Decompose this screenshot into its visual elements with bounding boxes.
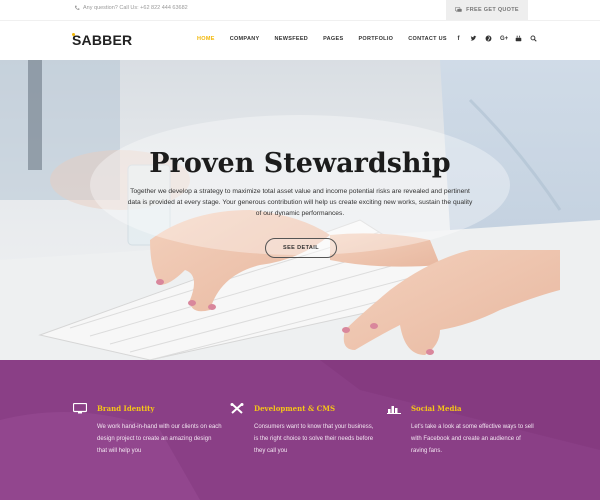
hero-description: Together we develop a strategy to maximi… (127, 188, 473, 217)
feature-text: We work hand-in-hand with our clients on… (97, 424, 222, 454)
youtube-icon[interactable] (515, 35, 522, 42)
see-detail-button[interactable]: SEE DETAIL (265, 238, 337, 258)
main-nav: HOME COMPANY NEWSFEED PAGES PORTFOLIO CO… (197, 36, 462, 42)
facebook-icon[interactable]: f (455, 36, 462, 42)
social-links: f G+ (455, 35, 537, 42)
nav-contact-us[interactable]: CONTACT US (408, 36, 447, 42)
feature-title: Development & CMS (254, 404, 336, 413)
feature-title: Brand Identity (97, 404, 155, 413)
chart-icon (387, 406, 401, 414)
nav-home[interactable]: HOME (197, 36, 215, 42)
nav-newsfeed[interactable]: NEWSFEED (275, 36, 309, 42)
feature-title: Social Media (411, 404, 462, 413)
free-quote-label: FREE GET QUOTE (466, 7, 519, 13)
phone-icon (74, 5, 80, 10)
tools-icon (230, 403, 244, 414)
twitter-icon[interactable] (470, 35, 477, 42)
nav-company[interactable]: COMPANY (230, 36, 260, 42)
contact-info: Any question? Call Us: +62 822 444 63682 (74, 5, 188, 11)
chat-icon (455, 7, 462, 13)
free-quote-button[interactable]: FREE GET QUOTE (446, 0, 528, 20)
main-header: SABBER HOME COMPANY NEWSFEED PAGES PORTF… (0, 20, 600, 60)
pinterest-icon[interactable] (485, 35, 492, 42)
logo[interactable]: SABBER (72, 32, 132, 48)
nav-pages[interactable]: PAGES (323, 36, 343, 42)
features-section: Brand Identity We work hand-in-hand with… (0, 360, 600, 500)
hero-section: Proven Stewardship Together we develop a… (0, 60, 600, 360)
hero-title: Proven Stewardship (149, 148, 451, 179)
top-bar: Any question? Call Us: +62 822 444 63682… (0, 0, 600, 20)
feature-text: Let's take a look at some effective ways… (411, 424, 534, 454)
feature-text: Consumers want to know that your busines… (254, 424, 374, 454)
nav-portfolio[interactable]: PORTFOLIO (358, 36, 393, 42)
monitor-icon (73, 403, 87, 414)
search-icon[interactable] (530, 35, 537, 42)
google-plus-icon[interactable]: G+ (500, 36, 508, 42)
contact-text: Any question? Call Us: +62 822 444 63682 (83, 5, 188, 11)
